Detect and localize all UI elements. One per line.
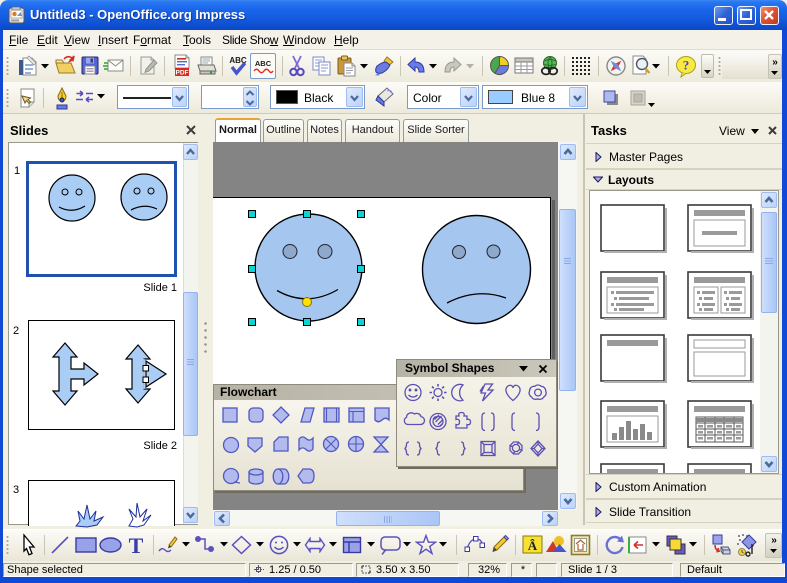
svg-text:Â: Â — [528, 538, 538, 553]
svg-text:T: T — [129, 534, 144, 556]
svg-text:ABC: ABC — [255, 59, 272, 68]
svg-text:»: » — [772, 57, 778, 66]
svg-text:?: ? — [683, 58, 690, 73]
svg-text:PDF: PDF — [176, 70, 189, 77]
svg-text:»: » — [771, 535, 777, 544]
